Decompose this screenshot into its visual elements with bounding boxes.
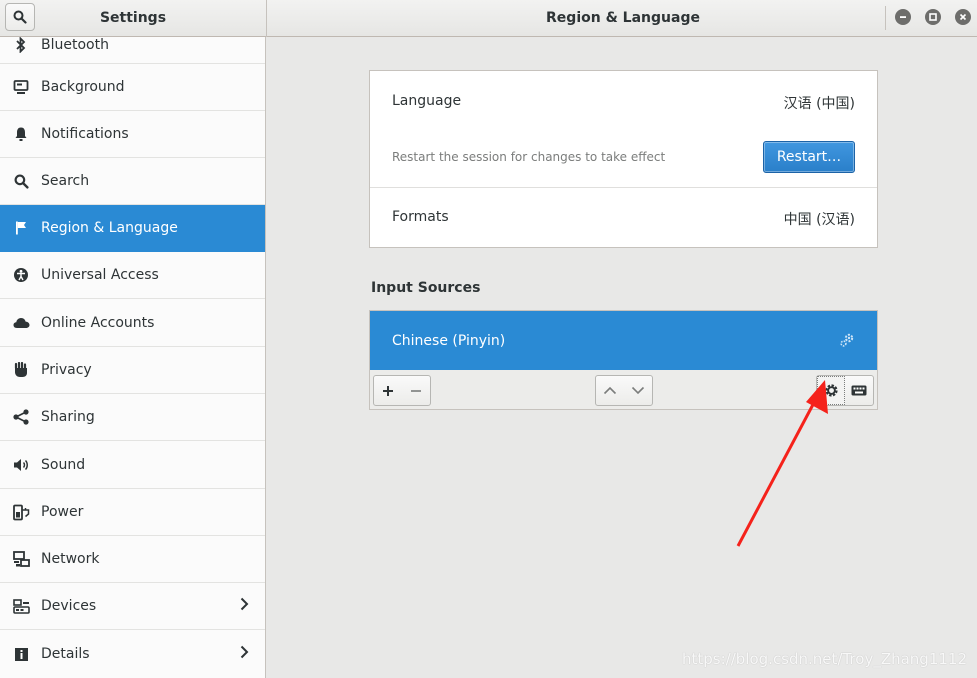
maximize-icon [929, 13, 937, 21]
restart-hint: Restart the session for changes to take … [392, 150, 666, 164]
plus-icon [383, 385, 393, 396]
sidebar-item-search[interactable]: Search [0, 158, 265, 205]
close-button[interactable] [955, 9, 971, 25]
add-button[interactable] [374, 376, 402, 405]
sidebar-item-region-language[interactable]: Region & Language [0, 205, 265, 252]
cloud-icon [12, 314, 30, 332]
power-icon [12, 503, 30, 521]
language-label: Language [392, 93, 462, 109]
sidebar-item-label: Bluetooth [41, 37, 109, 53]
formats-row[interactable]: Formats 中国 (汉语) [370, 188, 877, 247]
input-source-name: Chinese (Pinyin) [392, 332, 506, 349]
background-icon [12, 78, 30, 96]
sidebar-item-label: Region & Language [41, 220, 178, 236]
accessibility-icon [12, 266, 30, 284]
sidebar-item-online-accounts[interactable]: Online Accounts [0, 299, 265, 347]
language-value: 汉语 (中国) [783, 96, 855, 112]
sidebar: Bluetooth Background Notifications Searc… [0, 37, 266, 678]
sidebar-item-label: Background [41, 79, 125, 95]
bell-icon [12, 125, 30, 143]
sidebar-item-devices[interactable]: Devices [0, 583, 265, 630]
sidebar-item-bluetooth[interactable]: Bluetooth [0, 37, 265, 64]
header-divider [885, 6, 886, 30]
sidebar-item-power[interactable]: Power [0, 489, 265, 536]
speaker-icon [12, 456, 30, 474]
sidebar-item-network[interactable]: Network [0, 536, 265, 583]
close-icon [959, 13, 967, 21]
add-remove-group [373, 375, 431, 406]
keyboard-layout-button[interactable] [845, 376, 873, 405]
source-actions-group [816, 375, 874, 406]
input-sources-toolbar [370, 371, 877, 409]
sidebar-item-details[interactable]: Details [0, 630, 265, 678]
sidebar-item-privacy[interactable]: Privacy [0, 347, 265, 394]
sidebar-item-notifications[interactable]: Notifications [0, 111, 265, 158]
minimize-button[interactable] [895, 9, 911, 25]
sidebar-item-label: Sound [41, 456, 86, 473]
sidebar-item-label: Search [41, 173, 90, 189]
bluetooth-icon [12, 37, 30, 54]
language-row[interactable]: Language 汉语 (中国) [370, 71, 877, 133]
minimize-icon [900, 16, 906, 18]
sidebar-item-label: Power [41, 504, 84, 520]
input-sources-title: Input Sources [371, 280, 481, 296]
minus-icon [411, 389, 421, 392]
sidebar-item-label: Devices [41, 598, 97, 614]
chevron-down-icon [631, 386, 645, 395]
settings-gears-icon[interactable] [839, 332, 855, 352]
sidebar-item-universal-access[interactable]: Universal Access [0, 252, 265, 299]
share-icon [12, 408, 30, 426]
settings-title: Settings [99, 10, 167, 26]
sidebar-item-sound[interactable]: Sound [0, 441, 265, 489]
sidebar-item-label: Sharing [41, 409, 95, 425]
devices-icon [12, 597, 30, 615]
formats-value: 中国 (汉语) [783, 212, 855, 228]
reorder-group [595, 375, 653, 406]
gear-icon [824, 384, 838, 397]
info-icon [12, 645, 30, 663]
input-source-row[interactable]: Chinese (Pinyin) [370, 311, 877, 370]
move-up-button[interactable] [596, 376, 624, 405]
sidebar-item-background[interactable]: Background [0, 64, 265, 111]
chevron-right-icon [240, 597, 249, 615]
header-bar: Settings Region & Language [0, 0, 977, 37]
watermark: https://blog.csdn.net/Troy_Zhang1112 [682, 650, 967, 668]
move-down-button[interactable] [624, 376, 652, 405]
remove-button[interactable] [402, 376, 430, 405]
network-icon [12, 550, 30, 568]
sidebar-item-label: Privacy [41, 362, 92, 378]
chevron-right-icon [240, 645, 249, 663]
keyboard-icon [851, 385, 867, 396]
panel-title: Region & Language [546, 10, 700, 26]
formats-label: Formats [392, 209, 449, 225]
language-formats-panel: Language 汉语 (中国) Restart the session for… [369, 70, 878, 248]
sidebar-item-label: Universal Access [41, 267, 159, 283]
main-content: Language 汉语 (中国) Restart the session for… [267, 37, 977, 678]
search-icon [12, 172, 30, 190]
restart-button[interactable]: Restart… [763, 141, 855, 173]
sidebar-item-sharing[interactable]: Sharing [0, 394, 265, 441]
input-source-settings-button[interactable] [817, 376, 845, 405]
hand-icon [12, 361, 30, 379]
chevron-up-icon [603, 386, 617, 395]
sidebar-item-label: Details [41, 646, 90, 662]
flag-icon [12, 219, 30, 237]
sidebar-item-label: Online Accounts [41, 314, 155, 331]
sidebar-item-label: Network [41, 551, 100, 567]
input-sources-list: Chinese (Pinyin) [369, 310, 878, 410]
sidebar-item-label: Notifications [41, 126, 129, 142]
maximize-button[interactable] [925, 9, 941, 25]
